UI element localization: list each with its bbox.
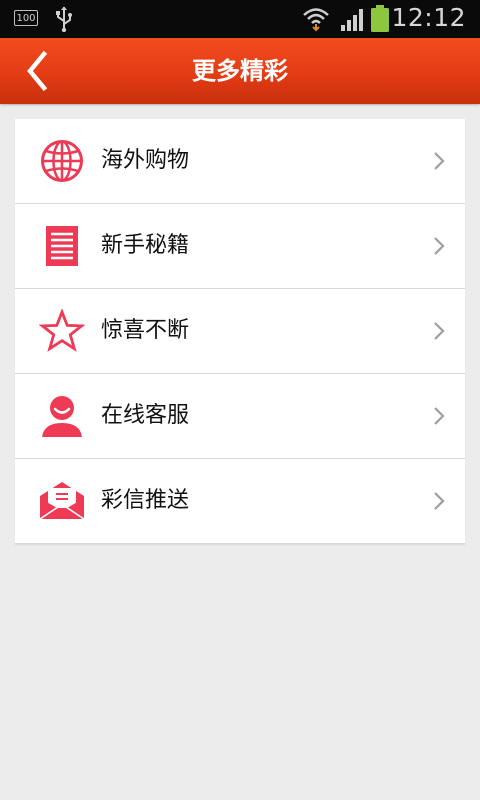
chevron-left-icon <box>27 50 48 92</box>
menu-item-label: 新手秘籍 <box>101 233 190 258</box>
chevron-right-icon <box>434 237 445 255</box>
person-icon <box>42 396 82 437</box>
chevron-right-icon <box>434 152 445 170</box>
menu-item-label: 在线客服 <box>101 403 190 428</box>
menu-item-surprises[interactable]: 惊喜不断 <box>15 289 465 374</box>
envelope-icon <box>39 482 85 520</box>
chevron-right-icon <box>434 322 445 340</box>
wifi-icon <box>303 8 329 32</box>
menu-item-beginner-guide[interactable]: 新手秘籍 <box>15 204 465 289</box>
document-icon <box>46 226 78 266</box>
chevron-right-icon <box>434 407 445 425</box>
menu-item-mms-push[interactable]: 彩信推送 <box>15 459 465 544</box>
battery-level-icon: 100 <box>14 10 38 26</box>
menu-item-label: 海外购物 <box>101 148 190 173</box>
status-bar: 100 12:12 <box>0 0 480 38</box>
page-title: 更多精彩 <box>192 57 288 85</box>
battery-icon <box>371 5 389 32</box>
menu-item-online-service[interactable]: 在线客服 <box>15 374 465 459</box>
battery-level-text: 100 <box>16 13 36 24</box>
star-icon <box>39 309 85 352</box>
signal-icon <box>341 9 363 31</box>
clock-time: 12:12 <box>391 3 466 32</box>
menu-item-overseas-shopping[interactable]: 海外购物 <box>15 119 465 204</box>
chevron-right-icon <box>434 492 445 510</box>
menu-list: 海外购物 新手秘籍 惊喜不断 在线客服 彩信推送 <box>15 119 465 544</box>
menu-item-label: 彩信推送 <box>101 488 190 513</box>
back-button[interactable] <box>18 50 62 92</box>
menu-item-label: 惊喜不断 <box>101 318 190 343</box>
header-bar: 更多精彩 <box>0 38 480 104</box>
usb-icon <box>56 6 72 32</box>
globe-icon <box>41 140 83 182</box>
